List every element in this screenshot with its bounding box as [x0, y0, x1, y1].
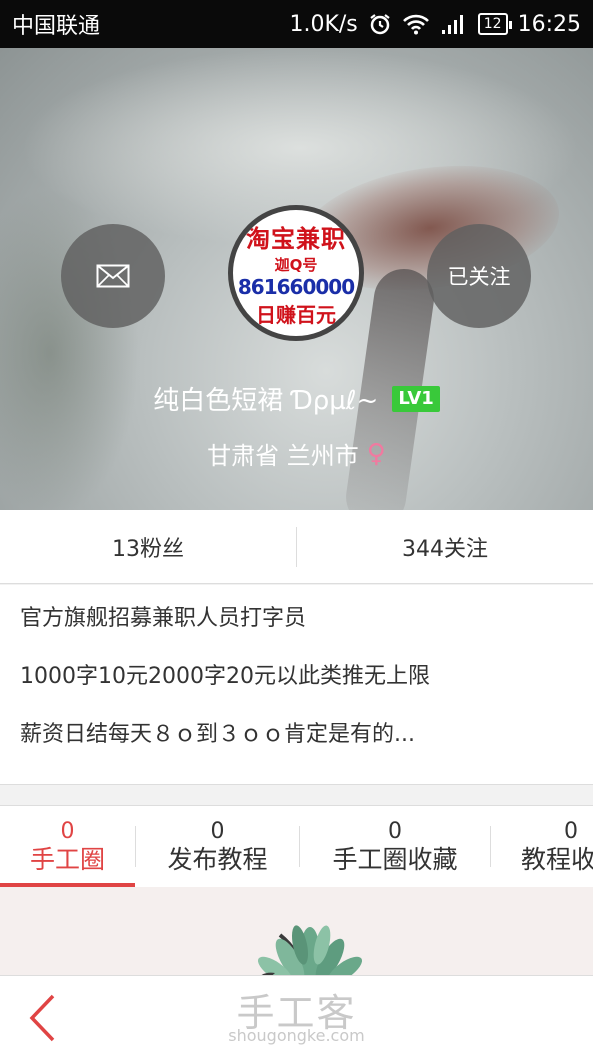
tab-label: 手工圈收藏 [332, 844, 458, 874]
female-icon: ♀ [366, 438, 386, 469]
signal-icon [440, 13, 468, 35]
network-speed: 1.0K/s [289, 11, 358, 37]
bio: 官方旗舰招募兼职人员打字员 1000字10元2000字20元以此类推无上限 薪资… [0, 585, 593, 785]
tab-tutorial-favorites[interactable]: 0 教程收藏 [491, 806, 593, 887]
bio-line: 官方旗舰招募兼职人员打字员 [20, 606, 307, 631]
plant-illustration [257, 925, 363, 975]
avatar[interactable]: 淘宝兼职 迦Q号 861660000 日赚百元 [228, 205, 364, 341]
tab-published-tutorials[interactable]: 0 发布教程 [136, 806, 299, 887]
tab-count: 0 [210, 818, 225, 844]
fans-count[interactable]: 13粉丝 [0, 531, 296, 563]
tab-count: 0 [60, 818, 75, 844]
avatar-text-line-4: 日赚百元 [256, 302, 336, 327]
stats-bar: 13粉丝 344关注 [0, 510, 593, 584]
tab-circle-favorites[interactable]: 0 手工圈收藏 [300, 806, 490, 887]
envelope-icon [96, 264, 130, 288]
alarm-icon [368, 12, 392, 36]
level-badge: LV1 [392, 385, 440, 412]
bottom-bar: 手工客 shougongke.com [0, 975, 593, 1055]
tab-label: 教程收藏 [520, 844, 593, 874]
clock: 16:25 [517, 11, 581, 37]
follow-button[interactable]: 已关注 [427, 224, 531, 328]
tab-count: 0 [388, 818, 402, 844]
carrier-name: 中国联通 [12, 14, 101, 39]
following-count[interactable]: 344关注 [297, 531, 593, 563]
empty-state-area [0, 887, 593, 975]
status-bar-right: 1.0K/s 12 16:25 [289, 12, 581, 37]
location-row: 甘肃省 兰州市 ♀ [0, 436, 593, 471]
avatar-text-line-3: 861660000 [237, 274, 355, 299]
watermark-url: shougongke.com [228, 1026, 365, 1045]
avatar-text-line-2: 迦Q号 [274, 255, 318, 274]
message-button[interactable] [61, 224, 165, 328]
profile-tabs: 0 手工圈 0 发布教程 0 手工圈收藏 0 教程收藏 [0, 805, 593, 887]
tab-label: 手工圈 [29, 844, 105, 874]
tab-label: 发布教程 [167, 844, 268, 874]
battery-icon: 12 [477, 13, 512, 35]
username: 纯白色短裙 Ɗρµℓ~ [153, 386, 379, 416]
bio-line: 1000字10元2000字20元以此类推无上限 [20, 664, 430, 689]
status-bar: 中国联通 1.0K/s 12 16:25 [0, 0, 593, 48]
bio-line: 薪资日结每天８ｏ到３ｏｏ肯定是有的... [20, 722, 415, 747]
location: 甘肃省 兰州市 [207, 442, 359, 470]
username-row: 纯白色短裙 Ɗρµℓ~ LV1 [0, 380, 593, 417]
wifi-icon [402, 13, 430, 35]
tab-count: 0 [564, 818, 578, 844]
avatar-text-line-1: 淘宝兼职 [246, 224, 346, 253]
tab-handcraft-circle[interactable]: 0 手工圈 [0, 806, 135, 887]
